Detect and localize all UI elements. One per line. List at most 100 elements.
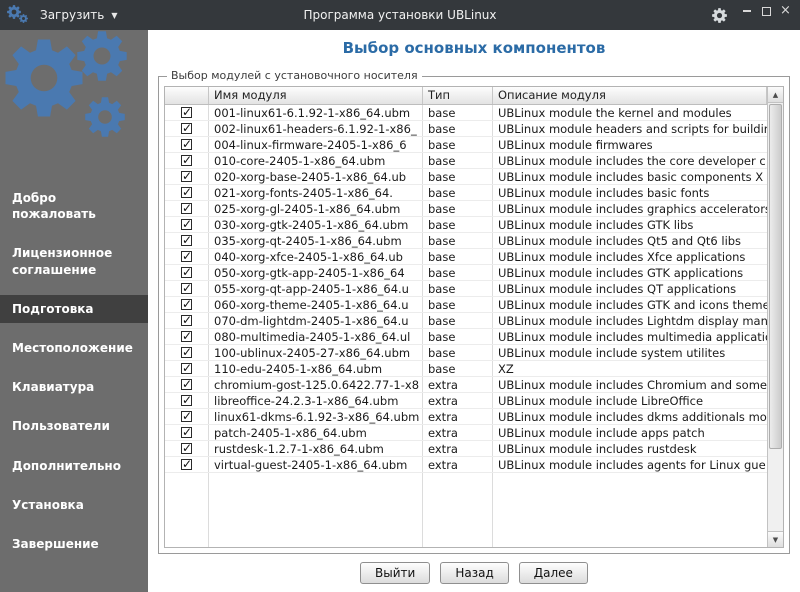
table-row[interactable]: 010-core-2405-1-x86_64.ubmbaseUBLinux mo… [165, 153, 767, 169]
scrollbar-thumb[interactable] [769, 104, 782, 449]
table-row[interactable]: patch-2405-1-x86_64.ubmextraUBLinux modu… [165, 425, 767, 441]
table-row[interactable]: 030-xorg-gtk-2405-1-x86_64.ubmbaseUBLinu… [165, 217, 767, 233]
table-row[interactable]: 055-xorg-qt-app-2405-1-x86_64.ubaseUBLin… [165, 281, 767, 297]
module-description: UBLinux module include apps patch [493, 425, 767, 440]
app-logo-gears-icon [6, 3, 32, 27]
module-checkbox[interactable] [181, 155, 192, 166]
sidebar-item-additional[interactable]: Дополнительно [0, 452, 148, 480]
column-header-checkbox[interactable] [165, 87, 209, 104]
gear-icon [4, 38, 84, 118]
next-button[interactable]: Далее [519, 562, 588, 584]
minimize-icon[interactable] [742, 6, 752, 16]
table-row[interactable]: virtual-guest-2405-1-x86_64.ubmextraUBLi… [165, 457, 767, 473]
sidebar-item-users[interactable]: Пользователи [0, 412, 148, 440]
module-name: 100-ublinux-2405-27-x86_64.ubm [209, 345, 423, 360]
module-checkbox[interactable] [181, 171, 192, 182]
module-description: UBLinux module includes QT applications [493, 281, 767, 296]
table-row[interactable]: chromium-gost-125.0.6422.77-1-x8extraUBL… [165, 377, 767, 393]
close-icon[interactable]: × [780, 6, 790, 16]
module-checkbox[interactable] [181, 347, 192, 358]
page-title: Выбор основных компонентов [148, 30, 800, 57]
exit-button[interactable]: Выйти [360, 562, 430, 584]
sidebar-item-welcome[interactable]: Добро пожаловать [0, 184, 148, 228]
module-description: UBLinux module includes multimedia appli… [493, 329, 767, 344]
module-checkbox[interactable] [181, 459, 192, 470]
module-checkbox[interactable] [181, 379, 192, 390]
modules-table: Имя модуля Тип Описание модуля 001-linux… [164, 86, 784, 548]
module-checkbox[interactable] [181, 107, 192, 118]
sidebar-item-license[interactable]: Лицензионное соглашение [0, 239, 148, 283]
module-checkbox[interactable] [181, 443, 192, 454]
table-row[interactable]: linux61-dkms-6.1.92-3-x86_64.ubmextraUBL… [165, 409, 767, 425]
sidebar-item-finish[interactable]: Завершение [0, 530, 148, 558]
table-row[interactable]: 025-xorg-gl-2405-1-x86_64.ubmbaseUBLinux… [165, 201, 767, 217]
maximize-icon[interactable] [761, 6, 771, 16]
table-row[interactable]: 035-xorg-qt-2405-1-x86_64.ubmbaseUBLinux… [165, 233, 767, 249]
table-row[interactable]: 110-edu-2405-1-x86_64.ubmbaseXZ [165, 361, 767, 377]
module-type: base [423, 233, 493, 248]
table-row[interactable]: 070-dm-lightdm-2405-1-x86_64.ubaseUBLinu… [165, 313, 767, 329]
module-checkbox[interactable] [181, 395, 192, 406]
load-button[interactable]: Загрузить ▼ [40, 8, 117, 22]
vertical-scrollbar[interactable]: ▲ ▼ [767, 87, 783, 547]
table-row[interactable]: 100-ublinux-2405-27-x86_64.ubmbaseUBLinu… [165, 345, 767, 361]
module-checkbox[interactable] [181, 203, 192, 214]
module-checkbox[interactable] [181, 267, 192, 278]
sidebar-item-keyboard[interactable]: Клавиатура [0, 373, 148, 401]
module-checkbox[interactable] [181, 299, 192, 310]
module-checkbox[interactable] [181, 251, 192, 262]
column-header-name[interactable]: Имя модуля [209, 87, 423, 104]
column-header-description[interactable]: Описание модуля [493, 87, 767, 104]
module-checkbox[interactable] [181, 427, 192, 438]
sidebar-item-preparation[interactable]: Подготовка [0, 295, 148, 323]
module-checkbox[interactable] [181, 123, 192, 134]
sidebar-item-installation[interactable]: Установка [0, 491, 148, 519]
module-checkbox[interactable] [181, 411, 192, 422]
module-name: 004-linux-firmware-2405-1-x86_6 [209, 137, 423, 152]
module-type: base [423, 329, 493, 344]
sidebar-item-location[interactable]: Местоположение [0, 334, 148, 362]
module-name: 110-edu-2405-1-x86_64.ubm [209, 361, 423, 376]
scroll-down-icon[interactable]: ▼ [768, 531, 783, 547]
module-checkbox[interactable] [181, 235, 192, 246]
table-row[interactable]: 004-linux-firmware-2405-1-x86_6baseUBLin… [165, 137, 767, 153]
module-name: 030-xorg-gtk-2405-1-x86_64.ubm [209, 217, 423, 232]
module-name: 001-linux61-6.1.92-1-x86_64.ubm [209, 105, 423, 120]
module-name: 010-core-2405-1-x86_64.ubm [209, 153, 423, 168]
module-name: chromium-gost-125.0.6422.77-1-x8 [209, 377, 423, 392]
column-header-type[interactable]: Тип [423, 87, 493, 104]
table-row[interactable]: rustdesk-1.2.7-1-x86_64.ubmextraUBLinux … [165, 441, 767, 457]
table-row[interactable]: 050-xorg-gtk-app-2405-1-x86_64baseUBLinu… [165, 265, 767, 281]
module-checkbox[interactable] [181, 139, 192, 150]
module-type: base [423, 281, 493, 296]
module-checkbox[interactable] [181, 187, 192, 198]
table-row[interactable]: 021-xorg-fonts-2405-1-x86_64.baseUBLinux… [165, 185, 767, 201]
module-checkbox[interactable] [181, 315, 192, 326]
titlebar: Загрузить ▼ Программа установки UBLinux … [0, 0, 800, 30]
table-row[interactable]: 001-linux61-6.1.92-1-x86_64.ubmbaseUBLin… [165, 105, 767, 121]
module-checkbox[interactable] [181, 283, 192, 294]
module-type: extra [423, 409, 493, 424]
sidebar: Добро пожаловать Лицензионное соглашение П… [0, 30, 148, 592]
module-name: 070-dm-lightdm-2405-1-x86_64.u [209, 313, 423, 328]
module-checkbox[interactable] [181, 363, 192, 374]
table-row[interactable]: 020-xorg-base-2405-1-x86_64.ubbaseUBLinu… [165, 169, 767, 185]
settings-gear-icon[interactable] [711, 7, 728, 24]
module-name: 021-xorg-fonts-2405-1-x86_64. [209, 185, 423, 200]
module-checkbox[interactable] [181, 219, 192, 230]
groupbox-label: Выбор модулей с установочного носителя [167, 69, 422, 82]
table-row[interactable]: 040-xorg-xfce-2405-1-x86_64.ubbaseUBLinu… [165, 249, 767, 265]
module-type: base [423, 153, 493, 168]
module-name: 050-xorg-gtk-app-2405-1-x86_64 [209, 265, 423, 280]
table-row[interactable]: 002-linux61-headers-6.1.92-1-x86_baseUBL… [165, 121, 767, 137]
back-button[interactable]: Назад [440, 562, 508, 584]
module-description: UBLinux module includes agents for Linux… [493, 457, 767, 472]
module-type: base [423, 249, 493, 264]
table-body: 001-linux61-6.1.92-1-x86_64.ubmbaseUBLin… [165, 105, 767, 547]
table-row[interactable]: libreoffice-24.2.3-1-x86_64.ubmextraUBLi… [165, 393, 767, 409]
scroll-up-icon[interactable]: ▲ [768, 87, 783, 103]
table-row[interactable]: 080-multimedia-2405-1-x86_64.ulbaseUBLin… [165, 329, 767, 345]
table-row[interactable]: 060-xorg-theme-2405-1-x86_64.ubaseUBLinu… [165, 297, 767, 313]
sidebar-gears-art [0, 30, 148, 170]
module-checkbox[interactable] [181, 331, 192, 342]
